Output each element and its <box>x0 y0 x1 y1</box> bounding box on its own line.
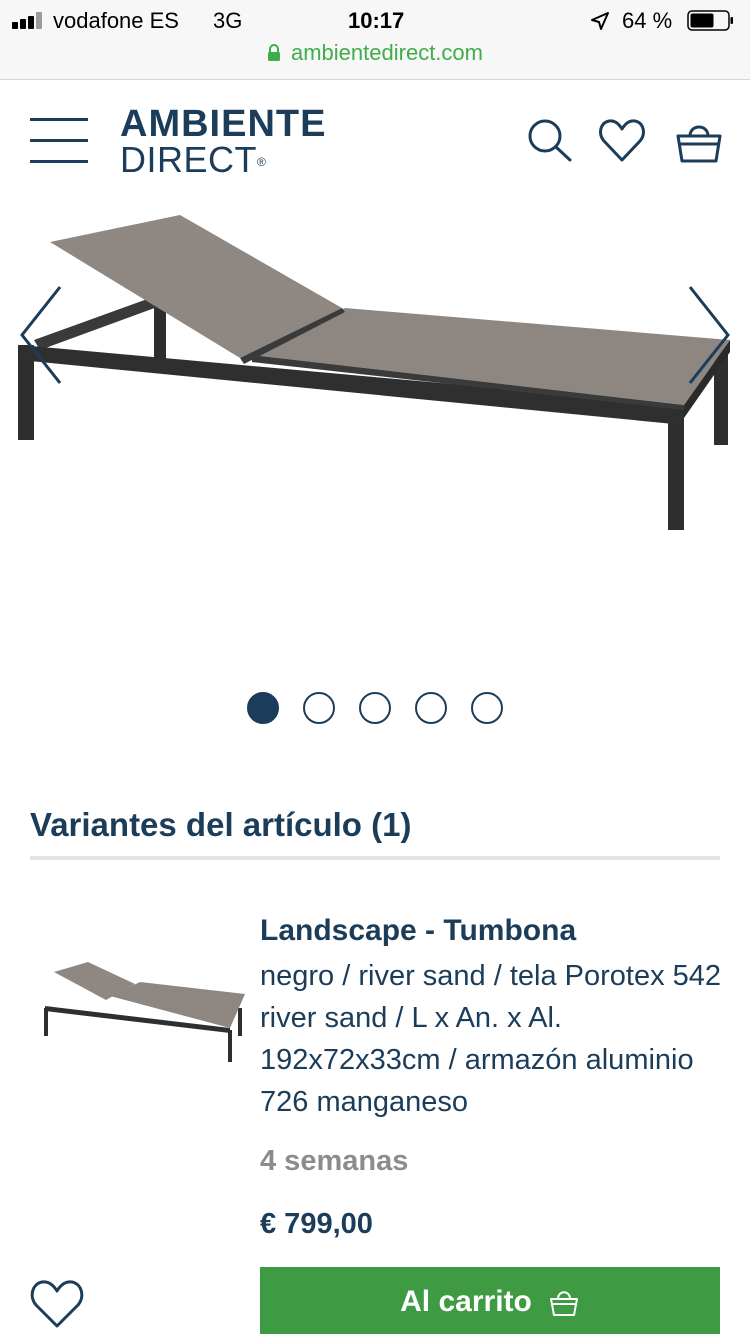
address-bar[interactable]: ambientedirect.com <box>0 40 750 70</box>
slide-dot[interactable] <box>303 692 335 724</box>
status-bar: vodafone ES 3G 10:17 64 % <box>0 0 750 40</box>
slide-dot[interactable] <box>471 692 503 724</box>
site-logo[interactable]: AMBIENTE DIRECT® <box>120 103 327 180</box>
next-slide-icon[interactable] <box>684 285 734 385</box>
logo-line1: AMBIENTE <box>120 103 327 145</box>
product-gallery[interactable] <box>0 210 750 640</box>
variant-price: € 799,00 <box>260 1208 373 1240</box>
battery-percentage: 64 % <box>622 8 673 33</box>
delivery-time: 4 semanas <box>260 1145 409 1177</box>
location-arrow-icon <box>591 12 609 30</box>
slide-dot[interactable] <box>247 692 279 724</box>
variant-name[interactable]: Landscape - Tumbona <box>260 914 576 948</box>
divider <box>30 856 720 860</box>
variant-thumbnail[interactable] <box>40 960 250 1070</box>
url-text: ambientedirect.com <box>291 40 483 65</box>
variant-description: negro / river sand / tela Porotex 542 ri… <box>260 960 722 1118</box>
network-type: 3G <box>213 8 243 33</box>
slide-dot[interactable] <box>415 692 447 724</box>
signal-icon <box>12 11 48 29</box>
wishlist-heart-icon[interactable] <box>28 1278 86 1330</box>
site-header: AMBIENTE DIRECT® <box>0 80 750 210</box>
lock-icon <box>268 44 280 61</box>
variants-heading: Variantes del artículo (1) <box>30 806 412 843</box>
add-to-cart-label: Al carrito <box>400 1285 532 1318</box>
previous-slide-icon[interactable] <box>16 285 66 385</box>
product-image[interactable] <box>0 210 750 550</box>
heart-icon[interactable] <box>597 116 647 166</box>
browser-chrome: vodafone ES 3G 10:17 64 % ambientedirect… <box>0 0 750 80</box>
clock: 10:17 <box>348 8 405 33</box>
menu-icon[interactable] <box>30 118 88 164</box>
battery-icon <box>687 10 733 31</box>
basket-icon <box>549 1291 578 1316</box>
slide-indicators <box>0 692 750 726</box>
basket-icon[interactable] <box>674 116 724 166</box>
logo-line2: DIRECT® <box>120 139 267 180</box>
add-to-cart-button[interactable]: Al carrito <box>260 1267 720 1334</box>
carrier-name: vodafone ES <box>53 8 179 33</box>
search-icon[interactable] <box>524 116 574 166</box>
slide-dot[interactable] <box>359 692 391 724</box>
